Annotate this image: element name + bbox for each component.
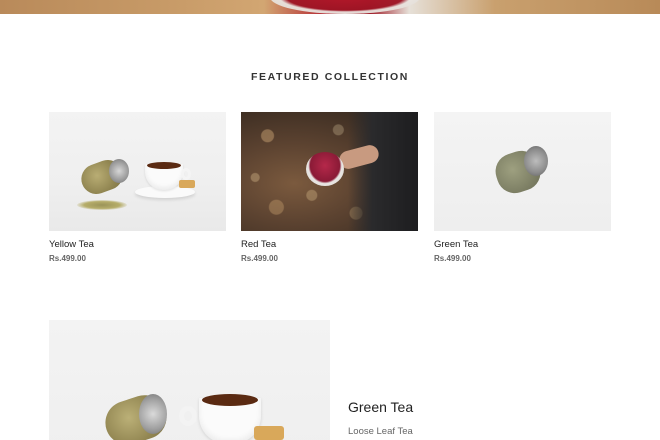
- featured-product-subtitle: Loose Leaf Tea: [348, 426, 413, 437]
- product-price: Rs.499.00: [49, 254, 86, 263]
- product-name[interactable]: Green Tea: [434, 239, 611, 250]
- featured-product-image[interactable]: [49, 320, 330, 440]
- hero-tea-cup: [270, 0, 420, 14]
- product-name[interactable]: Red Tea: [241, 239, 418, 250]
- featured-product-title[interactable]: Green Tea: [348, 399, 413, 415]
- product-card-yellow-tea[interactable]: Yellow Tea Rs.499.00: [49, 112, 226, 263]
- product-image[interactable]: [434, 112, 611, 231]
- section-title: FEATURED COLLECTION: [251, 71, 409, 83]
- product-card-red-tea[interactable]: Red Tea Rs.499.00: [241, 112, 418, 263]
- product-price: Rs.499.00: [241, 254, 278, 263]
- product-image[interactable]: [49, 112, 226, 231]
- product-card-green-tea[interactable]: Green Tea Rs.499.00: [434, 112, 611, 263]
- product-name[interactable]: Yellow Tea: [49, 239, 226, 250]
- product-image[interactable]: [241, 112, 418, 231]
- product-price: Rs.499.00: [434, 254, 471, 263]
- hero-banner-image: [0, 0, 660, 14]
